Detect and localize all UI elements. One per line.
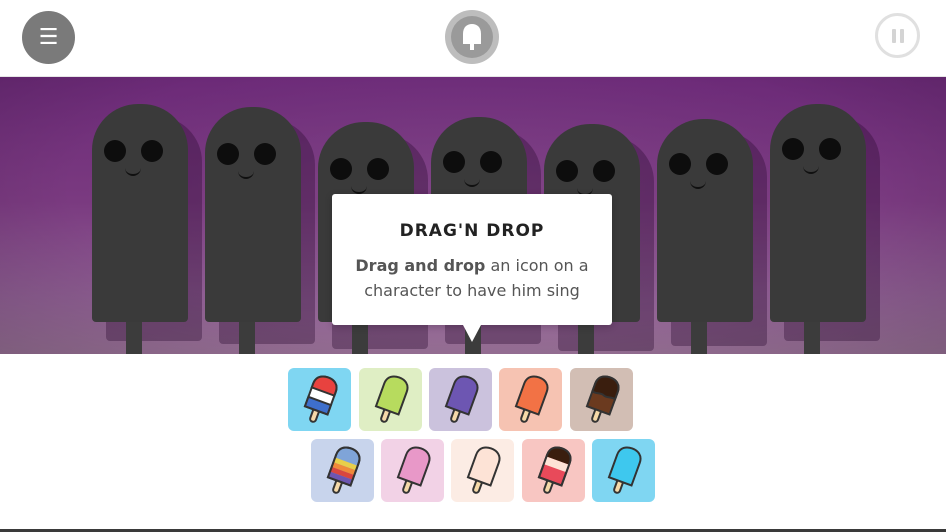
character-7[interactable] bbox=[770, 104, 880, 354]
character-eye bbox=[556, 160, 578, 182]
character-eye bbox=[367, 158, 389, 180]
blue-popsicle-icon bbox=[607, 445, 641, 494]
rainbow-popsicle-icon bbox=[326, 445, 360, 494]
orange-popsicle-icon bbox=[514, 374, 548, 423]
popsicle-tile-lime[interactable] bbox=[359, 368, 422, 431]
character-eye bbox=[443, 151, 465, 173]
character-eye bbox=[254, 143, 276, 165]
pink-popsicle-icon bbox=[396, 445, 430, 494]
character-body bbox=[92, 104, 188, 322]
character-eye bbox=[104, 140, 126, 162]
character-eye bbox=[480, 151, 502, 173]
popsicle-tile-blue[interactable] bbox=[592, 439, 655, 502]
character-6[interactable] bbox=[657, 119, 767, 354]
popsicle-tile-neapolitan[interactable] bbox=[522, 439, 585, 502]
character-stick bbox=[239, 317, 255, 354]
lime-popsicle-icon bbox=[374, 374, 408, 423]
popsicle-tile-rainbow[interactable] bbox=[311, 439, 374, 502]
character-stick bbox=[691, 319, 707, 354]
vanilla-popsicle-icon bbox=[466, 445, 500, 494]
chocolate-popsicle-icon bbox=[585, 374, 619, 423]
popsicle-tile-grape[interactable] bbox=[429, 368, 492, 431]
character-eye bbox=[141, 140, 163, 162]
pause-button[interactable] bbox=[875, 13, 920, 58]
character-eye bbox=[217, 143, 239, 165]
hamburger-icon: ☰ bbox=[38, 25, 59, 50]
character-body bbox=[205, 107, 301, 322]
icon-palette bbox=[0, 354, 946, 532]
character-eye bbox=[330, 158, 352, 180]
pause-icon bbox=[891, 28, 904, 43]
top-bar: ☰ bbox=[0, 0, 946, 77]
menu-button[interactable]: ☰ bbox=[22, 11, 75, 64]
character-eye bbox=[782, 138, 804, 160]
popsicle-tile-rocket-pop[interactable] bbox=[288, 368, 351, 431]
character-eye bbox=[706, 153, 728, 175]
character-1[interactable] bbox=[92, 104, 202, 354]
character-2[interactable] bbox=[205, 107, 315, 354]
popsicle-tile-orange[interactable] bbox=[499, 368, 562, 431]
popsicle-logo-icon bbox=[451, 16, 493, 58]
popsicle-tile-pink[interactable] bbox=[381, 439, 444, 502]
character-eye bbox=[593, 160, 615, 182]
drag-drop-tooltip: DRAG'N DROP Drag and drop an icon on a c… bbox=[332, 194, 612, 342]
character-body bbox=[770, 104, 866, 322]
character-eye bbox=[669, 153, 691, 175]
logo-button[interactable] bbox=[445, 10, 499, 64]
character-stick bbox=[578, 320, 594, 354]
grape-popsicle-icon bbox=[444, 374, 478, 423]
character-eye bbox=[819, 138, 841, 160]
neapolitan-popsicle-icon bbox=[537, 445, 571, 494]
popsicle-tile-chocolate[interactable] bbox=[570, 368, 633, 431]
tooltip-body-bold: Drag and drop bbox=[355, 256, 486, 275]
character-body bbox=[657, 119, 753, 322]
tooltip-body: Drag and drop an icon on a character to … bbox=[332, 253, 612, 303]
tooltip-title: DRAG'N DROP bbox=[399, 221, 545, 241]
popsicle-tile-vanilla[interactable] bbox=[451, 439, 514, 502]
rocket-pop-popsicle-icon bbox=[303, 374, 337, 423]
